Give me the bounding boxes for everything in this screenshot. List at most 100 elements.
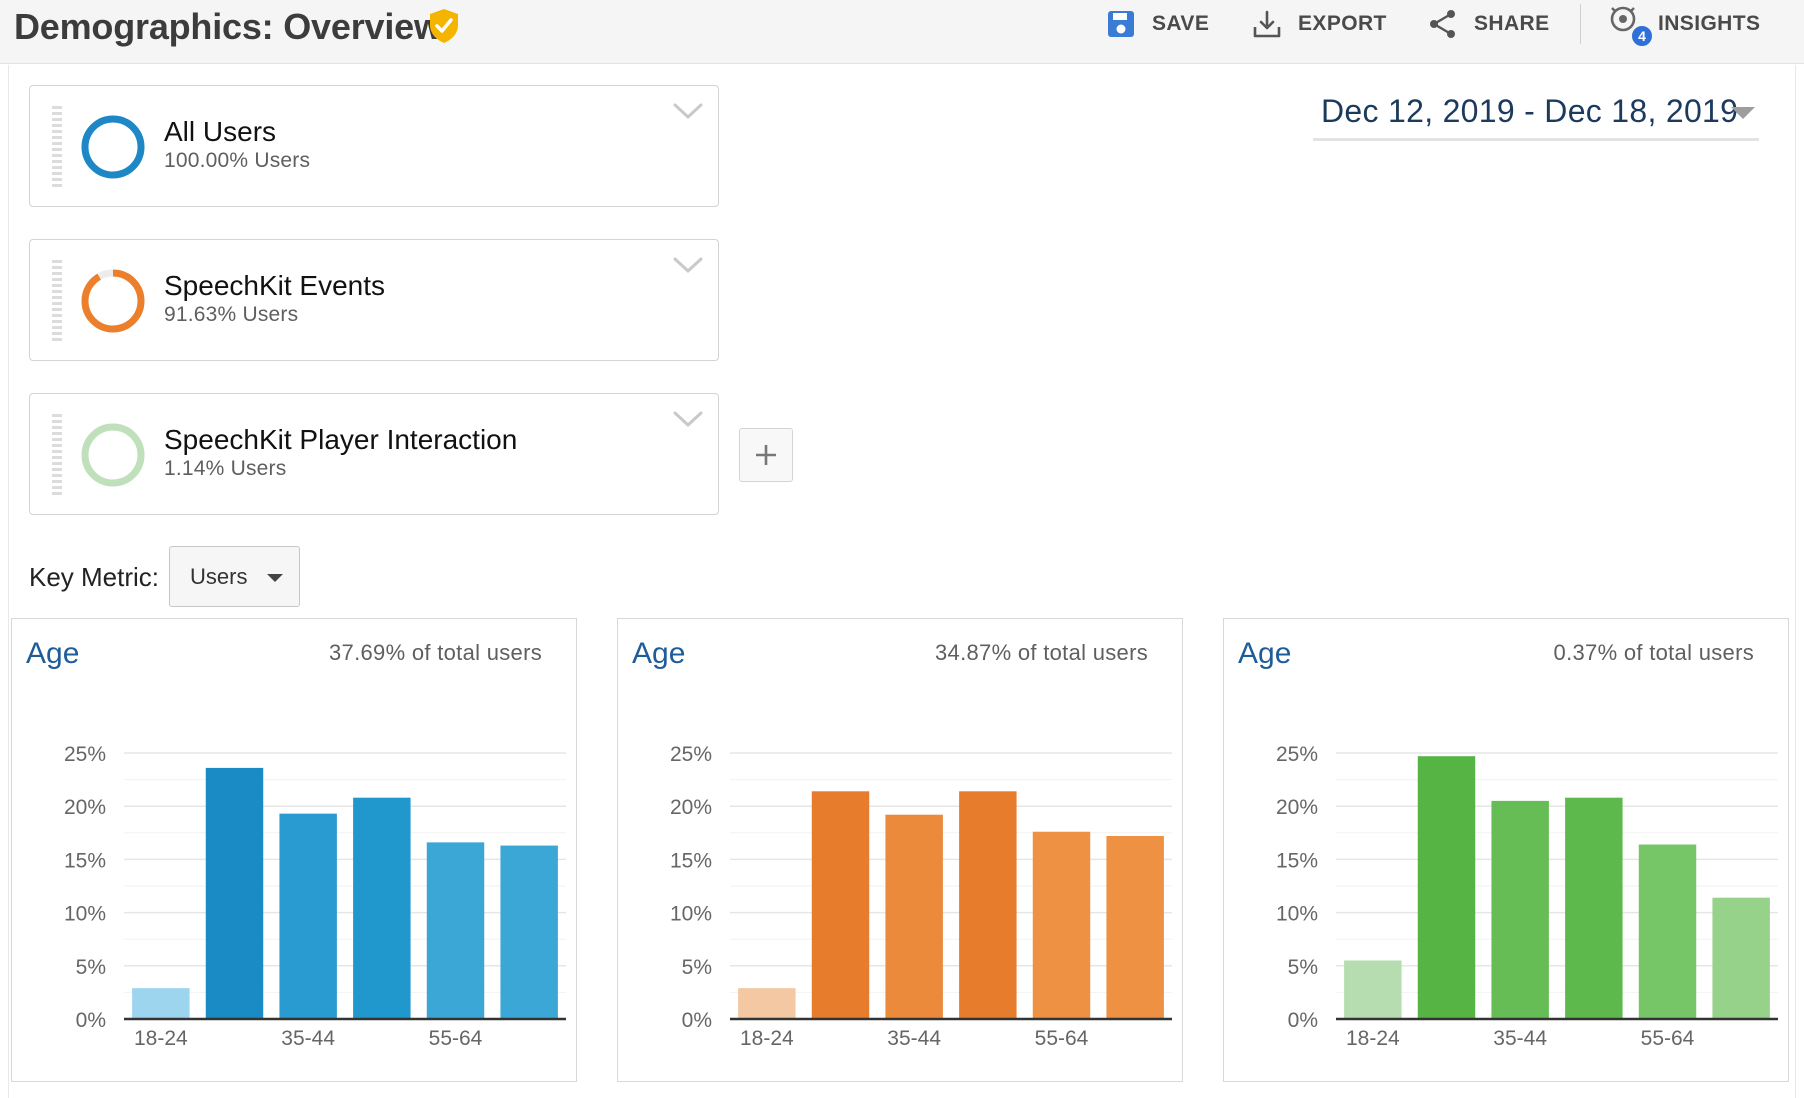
segment-ring-arc	[81, 269, 145, 333]
key-metric-label: Key Metric:	[29, 562, 160, 592]
export-button[interactable]: EXPORT	[1252, 6, 1387, 42]
key-metric-value: Users	[190, 564, 248, 589]
bar-35-44[interactable]	[279, 813, 337, 1019]
caret-down-icon	[1731, 107, 1755, 119]
segment-ring-arc	[81, 423, 145, 487]
chart-share-of-total: 34.87% of total users	[935, 640, 1148, 665]
segment-ring-arc	[81, 115, 145, 179]
key-metric-dropdown[interactable]: Users	[169, 546, 300, 607]
date-range-text: Dec 12, 2019 - Dec 18, 2019	[1321, 93, 1739, 129]
insights-label: INSIGHTS	[1658, 12, 1761, 35]
date-range-picker[interactable]: Dec 12, 2019 - Dec 18, 2019	[1313, 87, 1759, 141]
bar-18-24[interactable]	[1344, 960, 1402, 1019]
chevron-down-icon[interactable]	[672, 254, 704, 276]
page-title: Demographics: Overview	[14, 6, 442, 47]
chart-title-link[interactable]: Age	[26, 637, 79, 671]
bar-65+[interactable]	[500, 845, 558, 1019]
bar-45-54[interactable]	[1565, 797, 1623, 1019]
bar-55-64[interactable]	[1638, 844, 1697, 1019]
segment-share: 1.14% Users	[164, 457, 287, 480]
y-tick-label: 20%	[670, 796, 712, 819]
chart-share-of-total: 37.69% of total users	[329, 640, 542, 665]
bar-35-44[interactable]	[885, 814, 943, 1019]
add-segment-button[interactable]	[739, 428, 793, 482]
x-tick-label: 35-44	[887, 1027, 941, 1049]
y-tick-label: 5%	[1288, 956, 1318, 979]
age-chart-panel-all-users: Age 37.69% of total users 0% 5% 10% 15% 20% 2…	[11, 618, 577, 1082]
bar-18-24[interactable]	[738, 988, 796, 1019]
age-charts-row: Age 37.69% of total users 0% 5% 10% 15% 20% 2…	[11, 618, 1789, 1098]
segment-card-speechkit-events[interactable]: SpeechKit Events 91.63% Users	[29, 239, 719, 361]
chart-share-of-total: 0.37% of total users	[1553, 640, 1754, 665]
age-chart-panel-speechkit-events: Age 34.87% of total users 0% 5% 10% 15% 20% 2…	[617, 618, 1183, 1082]
y-tick-label: 20%	[64, 796, 106, 819]
y-tick-label: 10%	[670, 903, 712, 926]
y-tick-label: 0%	[76, 1009, 106, 1032]
export-label: EXPORT	[1298, 12, 1387, 35]
y-tick-label: 15%	[64, 849, 106, 872]
save-label: SAVE	[1152, 12, 1210, 35]
segment-name: SpeechKit Player Interaction	[164, 424, 518, 455]
drag-handle[interactable]	[52, 106, 62, 188]
x-tick-label: 35-44	[281, 1027, 335, 1049]
bar-65+[interactable]	[1712, 897, 1770, 1019]
report-body: All Users 100.00% Users SpeechKit Events…	[8, 65, 1796, 1098]
save-icon	[1108, 11, 1134, 37]
share-button[interactable]: SHARE	[1428, 6, 1550, 42]
bar-18-24[interactable]	[132, 988, 190, 1019]
bar-55-64[interactable]	[426, 842, 485, 1019]
insights-button[interactable]: 4 INSIGHTS	[1608, 4, 1761, 48]
bar-35-44[interactable]	[1491, 800, 1549, 1019]
y-tick-label: 0%	[1288, 1009, 1318, 1032]
y-tick-label: 15%	[670, 849, 712, 872]
chevron-down-icon[interactable]	[672, 100, 704, 122]
bar-45-54[interactable]	[959, 791, 1017, 1019]
y-tick-label: 25%	[1276, 743, 1318, 766]
share-icon	[1430, 10, 1455, 38]
bar-25-34[interactable]	[1417, 756, 1476, 1019]
bar-65+[interactable]	[1106, 835, 1164, 1019]
x-tick-label: 18-24	[1346, 1027, 1400, 1049]
x-tick-label: 18-24	[740, 1027, 794, 1049]
bar-55-64[interactable]	[1032, 831, 1091, 1019]
segment-name: SpeechKit Events	[164, 270, 386, 301]
y-tick-label: 10%	[1276, 903, 1318, 926]
y-tick-label: 0%	[682, 1009, 712, 1032]
bar-45-54[interactable]	[353, 797, 411, 1019]
y-tick-label: 25%	[670, 743, 712, 766]
segment-ring-icon	[81, 269, 145, 333]
age-bar-chart: 0%5%10%15%20%25%18-2425-3435-4445-5455-6…	[64, 743, 566, 1049]
segment-share: 91.63% Users	[164, 303, 299, 326]
download-icon	[1253, 10, 1281, 38]
chart-title-link[interactable]: Age	[1238, 637, 1291, 671]
segment-name: All Users	[164, 116, 277, 147]
y-tick-label: 25%	[64, 743, 106, 766]
y-tick-label: 20%	[1276, 796, 1318, 819]
y-tick-label: 15%	[1276, 849, 1318, 872]
y-tick-label: 5%	[76, 956, 106, 979]
segment-ring-icon	[81, 423, 145, 487]
chevron-down-icon[interactable]	[672, 408, 704, 430]
x-tick-label: 35-44	[1493, 1027, 1547, 1049]
bar-25-34[interactable]	[811, 791, 870, 1019]
save-button[interactable]: SAVE	[1106, 6, 1209, 42]
y-tick-label: 5%	[682, 956, 712, 979]
report-header: Demographics: Overview SAVE EXPORT SHARE	[0, 0, 1804, 64]
bar-25-34[interactable]	[205, 767, 264, 1019]
drag-handle[interactable]	[52, 260, 62, 342]
x-tick-label: 55-64	[429, 1027, 483, 1049]
chart-title-link[interactable]: Age	[632, 637, 685, 671]
x-tick-label: 55-64	[1641, 1027, 1695, 1049]
segment-card-all-users[interactable]: All Users 100.00% Users	[29, 85, 719, 207]
age-bar-chart: 0%5%10%15%20%25%18-2425-3435-4445-5455-6…	[1276, 743, 1778, 1049]
insights-icon: 4	[1608, 4, 1654, 48]
x-tick-label: 55-64	[1035, 1027, 1089, 1049]
segment-card-speechkit-player-interaction[interactable]: SpeechKit Player Interaction 1.14% Users	[29, 393, 719, 515]
x-tick-label: 18-24	[134, 1027, 188, 1049]
drag-handle[interactable]	[52, 414, 62, 496]
share-label: SHARE	[1474, 12, 1550, 35]
age-chart-panel-speechkit-player: Age 0.37% of total users 0% 5% 10% 15% 20% 25…	[1223, 618, 1789, 1082]
plus-icon	[756, 445, 776, 465]
verified-shield-icon	[430, 9, 458, 43]
segment-ring-icon	[81, 115, 145, 179]
